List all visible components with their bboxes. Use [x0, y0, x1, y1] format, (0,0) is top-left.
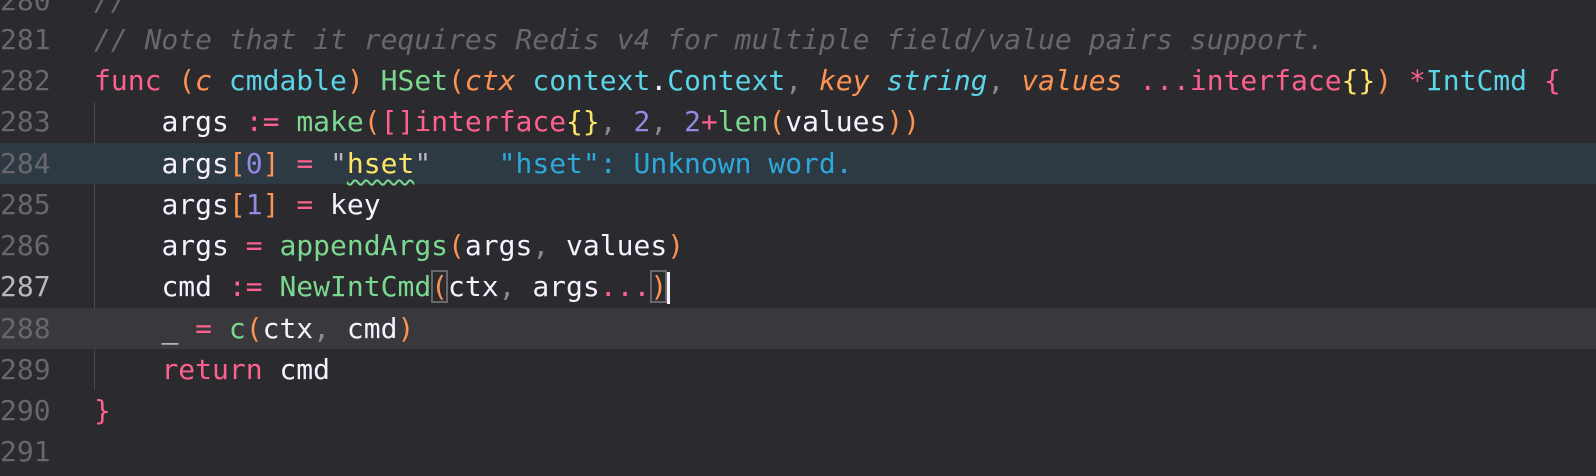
- diagnostic-hint: "hset": Unknown word.: [498, 147, 853, 180]
- code-editor[interactable]: 280 // 281 // Note that it requires Redi…: [0, 0, 1596, 476]
- line-number: 290: [0, 394, 51, 427]
- param-type: string: [886, 64, 988, 97]
- closing-brace: }: [94, 394, 111, 427]
- keyword-return: return: [161, 353, 263, 386]
- code-line-diagnostic[interactable]: 284 args[0] = "hset" "hset": Unknown wor…: [0, 143, 1596, 184]
- paren: (: [178, 64, 196, 97]
- misspelled-word[interactable]: hset: [347, 147, 414, 180]
- line-number: 280: [0, 0, 51, 17]
- line-code: args[1] = key: [161, 188, 381, 221]
- code-line[interactable]: 281 // Note that it requires Redis v4 fo…: [0, 19, 1596, 60]
- function-name: HSet: [380, 64, 449, 97]
- line-number: 291: [0, 435, 51, 468]
- code-line[interactable]: 283 args := make([]interface{}, 2, 2+len…: [0, 101, 1596, 142]
- param-type: Context: [667, 64, 786, 97]
- line-code: _ = c(ctx, cmd): [161, 312, 415, 345]
- paren: ): [346, 64, 364, 97]
- line-number: 288: [0, 312, 51, 345]
- line-code: args := make([]interface{}, 2, 2+len(val…: [161, 105, 921, 138]
- return-type: IntCmd: [1425, 64, 1528, 97]
- line-code: args[0] = "hset" "hset": Unknown word.: [161, 147, 853, 180]
- code-line[interactable]: 289 return cmd: [0, 349, 1596, 390]
- line-number-active: 287: [0, 270, 51, 303]
- line-number: 283: [0, 105, 51, 138]
- matching-bracket: (: [431, 270, 449, 303]
- code-line-highlighted[interactable]: 288 _ = c(ctx, cmd): [0, 308, 1596, 349]
- paren: (: [448, 64, 465, 97]
- comment: //: [94, 0, 128, 17]
- receiver-name: c: [195, 64, 213, 97]
- line-number: 284: [0, 147, 51, 180]
- line-code: func (c cmdable) HSet(ctx context.Contex…: [94, 64, 1561, 97]
- code-line[interactable]: 280 //: [0, 0, 1596, 21]
- line-code: return cmd: [161, 353, 331, 386]
- line-code: cmd := NewIntCmd(ctx, args...): [94, 266, 671, 307]
- line-number: 282: [0, 64, 51, 97]
- operator: ...: [1139, 64, 1190, 97]
- param-name: key: [818, 64, 870, 97]
- comment: // Note that it requires Redis v4 for mu…: [94, 23, 1325, 56]
- text-cursor: [667, 272, 671, 304]
- keyword-func: func: [94, 64, 162, 97]
- line-number: 281: [0, 23, 51, 56]
- param-type: context: [532, 64, 651, 97]
- code-line[interactable]: 282 func (c cmdable) HSet(ctx context.Co…: [0, 60, 1596, 101]
- line-code: args = appendArgs(args, values): [161, 229, 685, 262]
- line-number: 286: [0, 229, 51, 262]
- line-number: 285: [0, 188, 51, 221]
- keyword-interface: interface: [1189, 64, 1342, 97]
- code-line[interactable]: 291: [0, 431, 1596, 472]
- code-line[interactable]: 290 }: [0, 390, 1596, 431]
- param-name: ctx: [464, 64, 516, 97]
- line-number: 289: [0, 353, 51, 386]
- matching-bracket: ): [650, 270, 668, 303]
- param-name: values: [1021, 64, 1123, 97]
- code-line[interactable]: 286 args = appendArgs(args, values): [0, 225, 1596, 266]
- code-line-cursor[interactable]: 287 cmd := NewIntCmd(ctx, args...): [0, 266, 1596, 307]
- code-line[interactable]: 285 args[1] = key: [0, 184, 1596, 225]
- receiver-type: cmdable: [228, 64, 347, 97]
